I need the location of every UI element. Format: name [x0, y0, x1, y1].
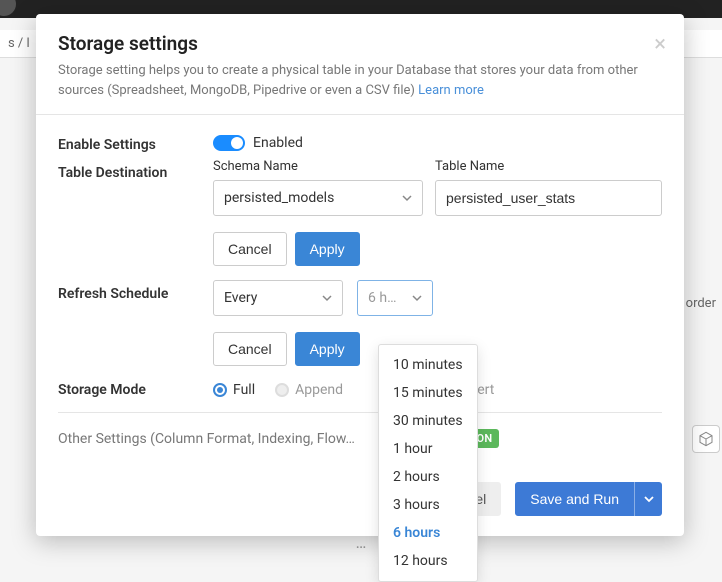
refresh-apply-button[interactable]: Apply: [295, 332, 360, 366]
enable-toggle[interactable]: [213, 135, 245, 151]
frequency-select[interactable]: Every: [213, 280, 343, 316]
cube-icon[interactable]: [692, 425, 720, 453]
overflow-ellipsis: …: [356, 533, 367, 552]
interval-option[interactable]: 12 hours: [379, 547, 477, 575]
refresh-cancel-button[interactable]: Cancel: [213, 332, 287, 366]
close-icon[interactable]: ×: [654, 34, 666, 56]
interval-option[interactable]: 10 minutes: [379, 351, 477, 379]
other-settings-text: Other Settings (Column Format, Indexing,…: [58, 431, 355, 447]
table-name-input[interactable]: [435, 180, 662, 216]
radio-icon: [213, 383, 227, 397]
learn-more-link[interactable]: Learn more: [418, 83, 484, 98]
interval-option[interactable]: 3 hours: [379, 491, 477, 519]
interval-option[interactable]: 2 hours: [379, 463, 477, 491]
modal-footer: Cancel Save and Run: [36, 468, 684, 536]
radio-icon: [275, 383, 289, 397]
interval-dropdown-menu: 10 minutes15 minutes30 minutes1 hour2 ho…: [378, 344, 478, 582]
modal-subtitle: Storage setting helps you to create a ph…: [58, 61, 662, 100]
destination-apply-button[interactable]: Apply: [295, 232, 360, 266]
caret-down-icon: [644, 494, 654, 504]
table-name-label: Table Name: [435, 159, 662, 174]
background-right-label: order: [680, 290, 722, 317]
enable-settings-label: Enable Settings: [58, 131, 203, 153]
interval-option[interactable]: 30 minutes: [379, 407, 477, 435]
storage-settings-modal: Storage settings Storage setting helps y…: [36, 14, 684, 536]
storage-mode-label: Storage Mode: [58, 376, 203, 398]
interval-select[interactable]: 6 ho…: [357, 280, 433, 316]
interval-option[interactable]: 15 minutes: [379, 379, 477, 407]
save-and-run-button[interactable]: Save and Run: [515, 482, 634, 516]
interval-option[interactable]: 1 hour: [379, 435, 477, 463]
table-destination-label: Table Destination: [58, 159, 203, 266]
interval-option[interactable]: 6 hours: [379, 519, 477, 547]
enable-state-label: Enabled: [253, 135, 303, 151]
modal-header: Storage settings Storage setting helps y…: [36, 14, 684, 115]
storage-mode-full[interactable]: Full: [213, 382, 255, 398]
schema-name-select[interactable]: persisted_models: [213, 180, 423, 216]
destination-cancel-button[interactable]: Cancel: [213, 232, 287, 266]
modal-title: Storage settings: [58, 32, 662, 55]
chevron-down-icon: [402, 193, 412, 203]
chevron-down-icon: [412, 293, 422, 303]
schema-name-label: Schema Name: [213, 159, 423, 174]
refresh-schedule-label: Refresh Schedule: [58, 280, 203, 366]
save-and-run-caret[interactable]: [634, 482, 662, 516]
chevron-down-icon: [322, 293, 332, 303]
storage-mode-append[interactable]: Append: [275, 382, 343, 398]
